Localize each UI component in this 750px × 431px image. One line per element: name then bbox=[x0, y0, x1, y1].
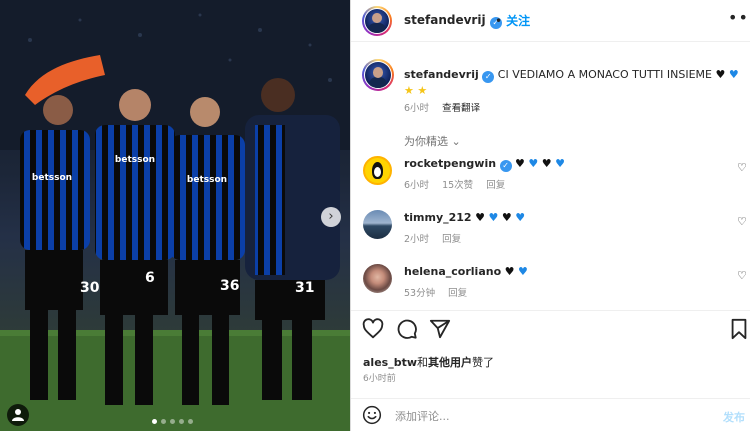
likes-suffix: 赞了 bbox=[472, 356, 494, 369]
comment-time: 53分钟 bbox=[404, 288, 436, 299]
for-you-sort-button[interactable]: 为你精选 ⌄ bbox=[404, 133, 461, 149]
heart-emoji: ♥ bbox=[518, 265, 528, 278]
divider bbox=[351, 310, 750, 311]
caption-time: 6小时 bbox=[404, 103, 430, 114]
separator-dot: • bbox=[495, 14, 503, 28]
chevron-down-icon: ⌄ bbox=[451, 135, 461, 148]
like-comment-heart-icon[interactable]: ♡ bbox=[737, 215, 747, 228]
post-actions-bar bbox=[351, 318, 750, 344]
post-timestamp[interactable]: 6小时前 bbox=[363, 371, 396, 384]
comment-item: timmy_212 ♥ ♥ ♥ ♥ 2小时 回复 ♡ bbox=[351, 207, 750, 257]
comment-item: helena_corliano ♥ ♥ 53分钟 回复 ♡ bbox=[351, 261, 750, 311]
save-bookmark-icon[interactable] bbox=[728, 318, 750, 340]
next-photo-button[interactable]: › bbox=[321, 207, 341, 227]
user-icon bbox=[12, 409, 24, 421]
commenter-avatar[interactable] bbox=[363, 210, 392, 239]
commenter-username[interactable]: timmy_212 bbox=[404, 211, 472, 224]
likes-user-link[interactable]: ales_btw bbox=[363, 356, 417, 369]
author-avatar[interactable] bbox=[362, 6, 392, 36]
star-emoji: ★ bbox=[404, 84, 414, 97]
jersey-number-2: 6 bbox=[145, 270, 155, 286]
post-photo[interactable]: betsson betsson betsson 30 6 36 31 › bbox=[0, 0, 350, 431]
heart-emoji: ♥ bbox=[515, 211, 526, 224]
heart-emoji: ♥ bbox=[504, 265, 515, 278]
comment-text: helena_corliano ♥ ♥ bbox=[404, 265, 528, 278]
carousel-dot bbox=[170, 419, 175, 424]
verified-badge-icon: ✓ bbox=[499, 160, 512, 172]
post-side-panel: stefandevrij ✓ •关注 ••• stefandevrij ✓ CI… bbox=[350, 0, 750, 431]
heart-emoji: ♥ bbox=[501, 211, 512, 224]
heart-emoji: ♥ bbox=[488, 211, 499, 224]
star-emoji: ★ bbox=[417, 84, 428, 97]
comment-time: 2小时 bbox=[404, 234, 430, 245]
jersey-number-3: 36 bbox=[220, 278, 239, 294]
tagged-users-button[interactable] bbox=[7, 404, 29, 426]
sponsor-text-3: betsson bbox=[187, 175, 227, 185]
likes-summary: ales_btw和其他用户赞了 bbox=[363, 354, 494, 370]
comment-time: 6小时 bbox=[404, 180, 430, 191]
comment-text: rocketpengwin ✓ ♥ ♥ ♥ ♥ bbox=[404, 157, 565, 172]
heart-emoji: ♥ bbox=[528, 157, 539, 170]
comment-meta: 53分钟 回复 bbox=[404, 285, 467, 299]
jersey-number-1: 30 bbox=[80, 280, 100, 296]
commenter-avatar[interactable] bbox=[363, 156, 392, 185]
see-translation-link[interactable]: 查看翻译 bbox=[442, 103, 480, 114]
carousel-indicator bbox=[152, 419, 193, 424]
add-comment-bar: 发布 bbox=[351, 398, 750, 431]
reply-button[interactable]: 回复 bbox=[486, 180, 505, 191]
share-paper-plane-icon[interactable] bbox=[429, 318, 451, 340]
like-heart-icon[interactable] bbox=[362, 318, 384, 340]
reply-button[interactable]: 回复 bbox=[442, 234, 461, 245]
comment-item: rocketpengwin ✓ ♥ ♥ ♥ ♥ 6小时 15次赞 回复 ♡ bbox=[351, 153, 750, 203]
like-comment-heart-icon[interactable]: ♡ bbox=[737, 161, 747, 174]
reply-button[interactable]: 回复 bbox=[448, 288, 467, 299]
likes-and: 和 bbox=[417, 356, 428, 369]
author-username: stefandevrij bbox=[404, 13, 486, 27]
sponsor-text-2: betsson bbox=[115, 155, 155, 165]
caption-author-avatar[interactable] bbox=[362, 59, 394, 91]
commenter-avatar[interactable] bbox=[363, 264, 392, 293]
emoji-smiley-icon[interactable] bbox=[362, 405, 382, 425]
heart-emoji: ♥ bbox=[515, 157, 525, 170]
comment-input[interactable] bbox=[395, 406, 695, 426]
blue-heart-emoji: ♥ bbox=[728, 68, 739, 81]
heart-emoji: ♥ bbox=[475, 211, 485, 224]
comment-bubble-icon[interactable] bbox=[396, 318, 418, 340]
black-heart-emoji: ♥ bbox=[715, 68, 726, 81]
team-celebration-image: betsson betsson betsson 30 6 36 31 bbox=[0, 0, 350, 431]
caption-text: CI VEDIAMO A MONACO TUTTI INSIEME bbox=[497, 68, 712, 81]
carousel-dot bbox=[179, 419, 184, 424]
verified-badge-icon: ✓ bbox=[482, 71, 495, 83]
comment-likes-count[interactable]: 15次赞 bbox=[442, 180, 473, 191]
commenter-username[interactable]: helena_corliano bbox=[404, 265, 501, 278]
post-header: stefandevrij ✓ •关注 ••• bbox=[351, 0, 750, 42]
carousel-dot bbox=[161, 419, 166, 424]
likes-others-link[interactable]: 其他用户 bbox=[428, 356, 472, 369]
caption-text-block: stefandevrij ✓ CI VEDIAMO A MONACO TUTTI… bbox=[404, 67, 739, 99]
for-you-label: 为你精选 bbox=[404, 135, 448, 148]
more-options-icon[interactable]: ••• bbox=[728, 8, 750, 27]
comment-meta: 2小时 回复 bbox=[404, 231, 461, 245]
carousel-dot bbox=[152, 419, 157, 424]
author-username-link[interactable]: stefandevrij ✓ bbox=[404, 13, 502, 29]
commenter-username[interactable]: rocketpengwin bbox=[404, 157, 496, 170]
heart-emoji: ♥ bbox=[541, 157, 552, 170]
comment-meta: 6小时 15次赞 回复 bbox=[404, 177, 505, 191]
sponsor-text-1: betsson bbox=[32, 173, 72, 183]
post-comment-button[interactable]: 发布 bbox=[723, 409, 745, 425]
follow-button[interactable]: • 关注 bbox=[495, 12, 530, 29]
carousel-dot bbox=[188, 419, 193, 424]
follow-label: 关注 bbox=[506, 14, 531, 28]
comment-text: timmy_212 ♥ ♥ ♥ ♥ bbox=[404, 211, 525, 224]
caption-username[interactable]: stefandevrij bbox=[404, 68, 479, 81]
heart-emoji: ♥ bbox=[555, 157, 566, 170]
jersey-number-4: 31 bbox=[295, 280, 314, 296]
like-comment-heart-icon[interactable]: ♡ bbox=[737, 269, 747, 282]
caption-meta: 6小时 查看翻译 bbox=[404, 100, 480, 114]
